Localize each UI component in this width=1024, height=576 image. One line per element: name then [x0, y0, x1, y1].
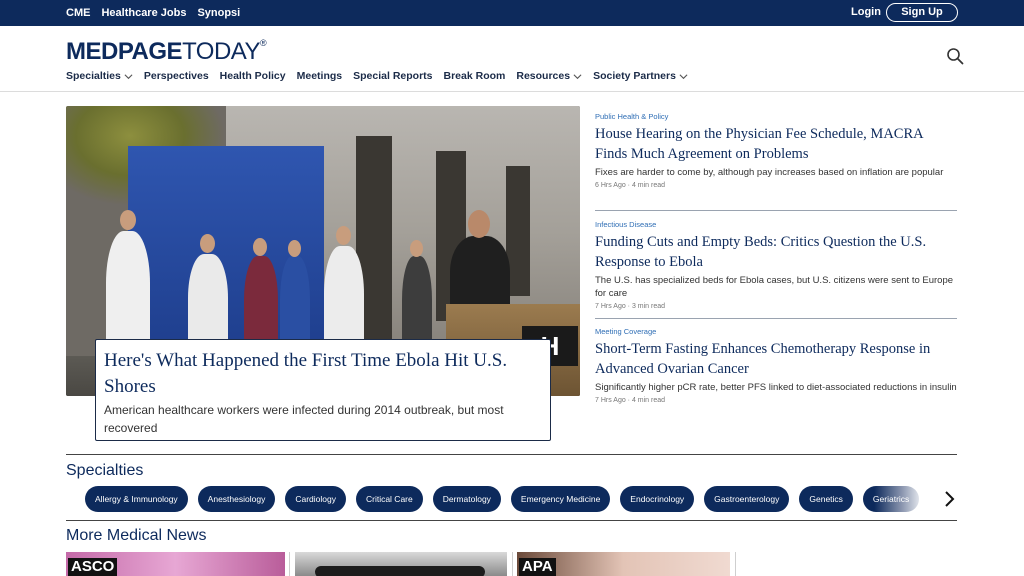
nav-health-policy[interactable]: Health Policy	[220, 70, 286, 82]
story-item[interactable]: Public Health & Policy House Hearing on …	[595, 112, 957, 189]
thumbnail-divider	[289, 552, 290, 576]
story-category[interactable]: Meeting Coverage	[595, 327, 957, 336]
specialty-pill-cardiology[interactable]: Cardiology	[285, 486, 346, 512]
hero-person-head	[288, 240, 301, 257]
thumbnail-divider	[735, 552, 736, 576]
hero-card[interactable]: Here's What Happened the First Time Ebol…	[95, 339, 551, 441]
nav-label: Specialties	[66, 70, 121, 82]
story-item[interactable]: Meeting Coverage Short-Term Fasting Enha…	[595, 327, 957, 404]
logo-today-text: TODAY	[182, 38, 261, 65]
story-category[interactable]: Infectious Disease	[595, 220, 957, 229]
specialty-pill-endocrinology[interactable]: Endocrinology	[620, 486, 695, 512]
cme-link[interactable]: CME	[66, 7, 90, 19]
section-divider	[66, 454, 957, 455]
specialty-pill-critical-care[interactable]: Critical Care	[355, 486, 423, 512]
synopsi-link[interactable]: Synopsi	[197, 7, 240, 19]
story-dek: Fixes are harder to come by, although pa…	[595, 167, 944, 178]
hero-person-head	[253, 238, 267, 256]
specialties-carousel: Allergy & Immunology Anesthesiology Card…	[85, 486, 925, 512]
story-dek: Significantly higher pCR rate, better PF…	[595, 382, 957, 393]
nav-specialties[interactable]: Specialties	[66, 70, 133, 82]
nav-label: Resources	[516, 70, 571, 82]
story-divider	[595, 210, 957, 211]
thumbnail-device-shape	[315, 566, 485, 576]
nav-label: Perspectives	[143, 70, 209, 82]
thumbnail-tag: APA	[519, 558, 556, 576]
top-utility-bar: CME Healthcare Jobs Synopsi Login Sign U…	[0, 0, 1024, 26]
nav-break-room[interactable]: Break Room	[444, 70, 506, 82]
story-headline[interactable]: Funding Cuts and Empty Beds: Critics Que…	[595, 232, 957, 272]
story-meta: 7 Hrs Ago · 4 min read	[595, 397, 666, 404]
story-meta: 7 Hrs Ago · 3 min read	[595, 303, 666, 310]
chevron-down-icon	[573, 73, 582, 79]
nav-label: Special Reports	[353, 70, 433, 82]
hero-title[interactable]: Here's What Happened the First Time Ebol…	[104, 348, 542, 400]
hero-person-head	[120, 210, 136, 230]
utility-links: CME Healthcare Jobs Synopsi	[66, 0, 240, 26]
news-thumbnail[interactable]: APA	[517, 552, 730, 576]
nav-meetings[interactable]: Meetings	[297, 70, 343, 82]
specialties-heading: Specialties	[66, 462, 144, 479]
more-news-heading: More Medical News	[66, 527, 207, 544]
healthcare-jobs-link[interactable]: Healthcare Jobs	[101, 7, 186, 19]
nav-resources[interactable]: Resources	[516, 70, 582, 82]
section-divider	[66, 520, 957, 521]
nav-label: Society Partners	[593, 70, 676, 82]
logo-registered-mark: ®	[260, 38, 267, 48]
nav-special-reports[interactable]: Special Reports	[353, 70, 432, 82]
header-divider	[0, 91, 1024, 92]
hero-person-head	[468, 210, 490, 238]
news-thumbnail[interactable]: ASCO	[66, 552, 285, 576]
story-divider	[595, 318, 957, 319]
nav-label: Break Room	[443, 70, 506, 82]
story-category[interactable]: Public Health & Policy	[595, 112, 957, 121]
chevron-right-icon[interactable]	[942, 490, 956, 508]
story-headline[interactable]: House Hearing on the Physician Fee Sched…	[595, 124, 957, 164]
specialty-pill-gastroenterology[interactable]: Gastroenterology	[704, 486, 790, 512]
news-thumbnail[interactable]	[295, 552, 507, 576]
chevron-down-icon	[679, 73, 688, 79]
thumbnail-tag: ASCO	[68, 558, 118, 576]
search-icon[interactable]	[946, 47, 964, 65]
specialty-pill-geriatrics[interactable]: Geriatrics	[862, 486, 920, 512]
site-logo[interactable]: MEDPAGETODAY®	[66, 38, 267, 65]
specialty-pill-dermatology[interactable]: Dermatology	[432, 486, 501, 512]
story-meta: 6 Hrs Ago · 4 min read	[595, 182, 666, 189]
specialty-pill-allergy-immunology[interactable]: Allergy & Immunology	[85, 486, 188, 512]
login-link[interactable]: Login	[851, 6, 881, 18]
specialty-pill-genetics[interactable]: Genetics	[799, 486, 853, 512]
story-dek: The U.S. has specialized beds for Ebola …	[595, 275, 954, 299]
logo-med-text: MEDPAGE	[66, 38, 183, 65]
chevron-down-icon	[124, 73, 133, 79]
hero-dek: American healthcare workers were infecte…	[104, 403, 504, 435]
sign-up-button[interactable]: Sign Up	[886, 3, 958, 22]
story-item[interactable]: Infectious Disease Funding Cuts and Empt…	[595, 220, 957, 310]
nav-label: Health Policy	[219, 70, 286, 82]
thumbnail-divider	[512, 552, 513, 576]
hero-person-head	[410, 240, 423, 257]
nav-label: Meetings	[296, 70, 343, 82]
nav-perspectives[interactable]: Perspectives	[144, 70, 209, 82]
nav-society-partners[interactable]: Society Partners	[593, 70, 688, 82]
hero-person-head	[200, 234, 215, 253]
main-nav: Specialties Perspectives Health Policy M…	[66, 68, 688, 84]
story-headline[interactable]: Short-Term Fasting Enhances Chemotherapy…	[595, 339, 957, 379]
specialty-pill-anesthesiology[interactable]: Anesthesiology	[197, 486, 276, 512]
specialty-pill-emergency-medicine[interactable]: Emergency Medicine	[510, 486, 611, 512]
hero-person-head	[336, 226, 351, 245]
